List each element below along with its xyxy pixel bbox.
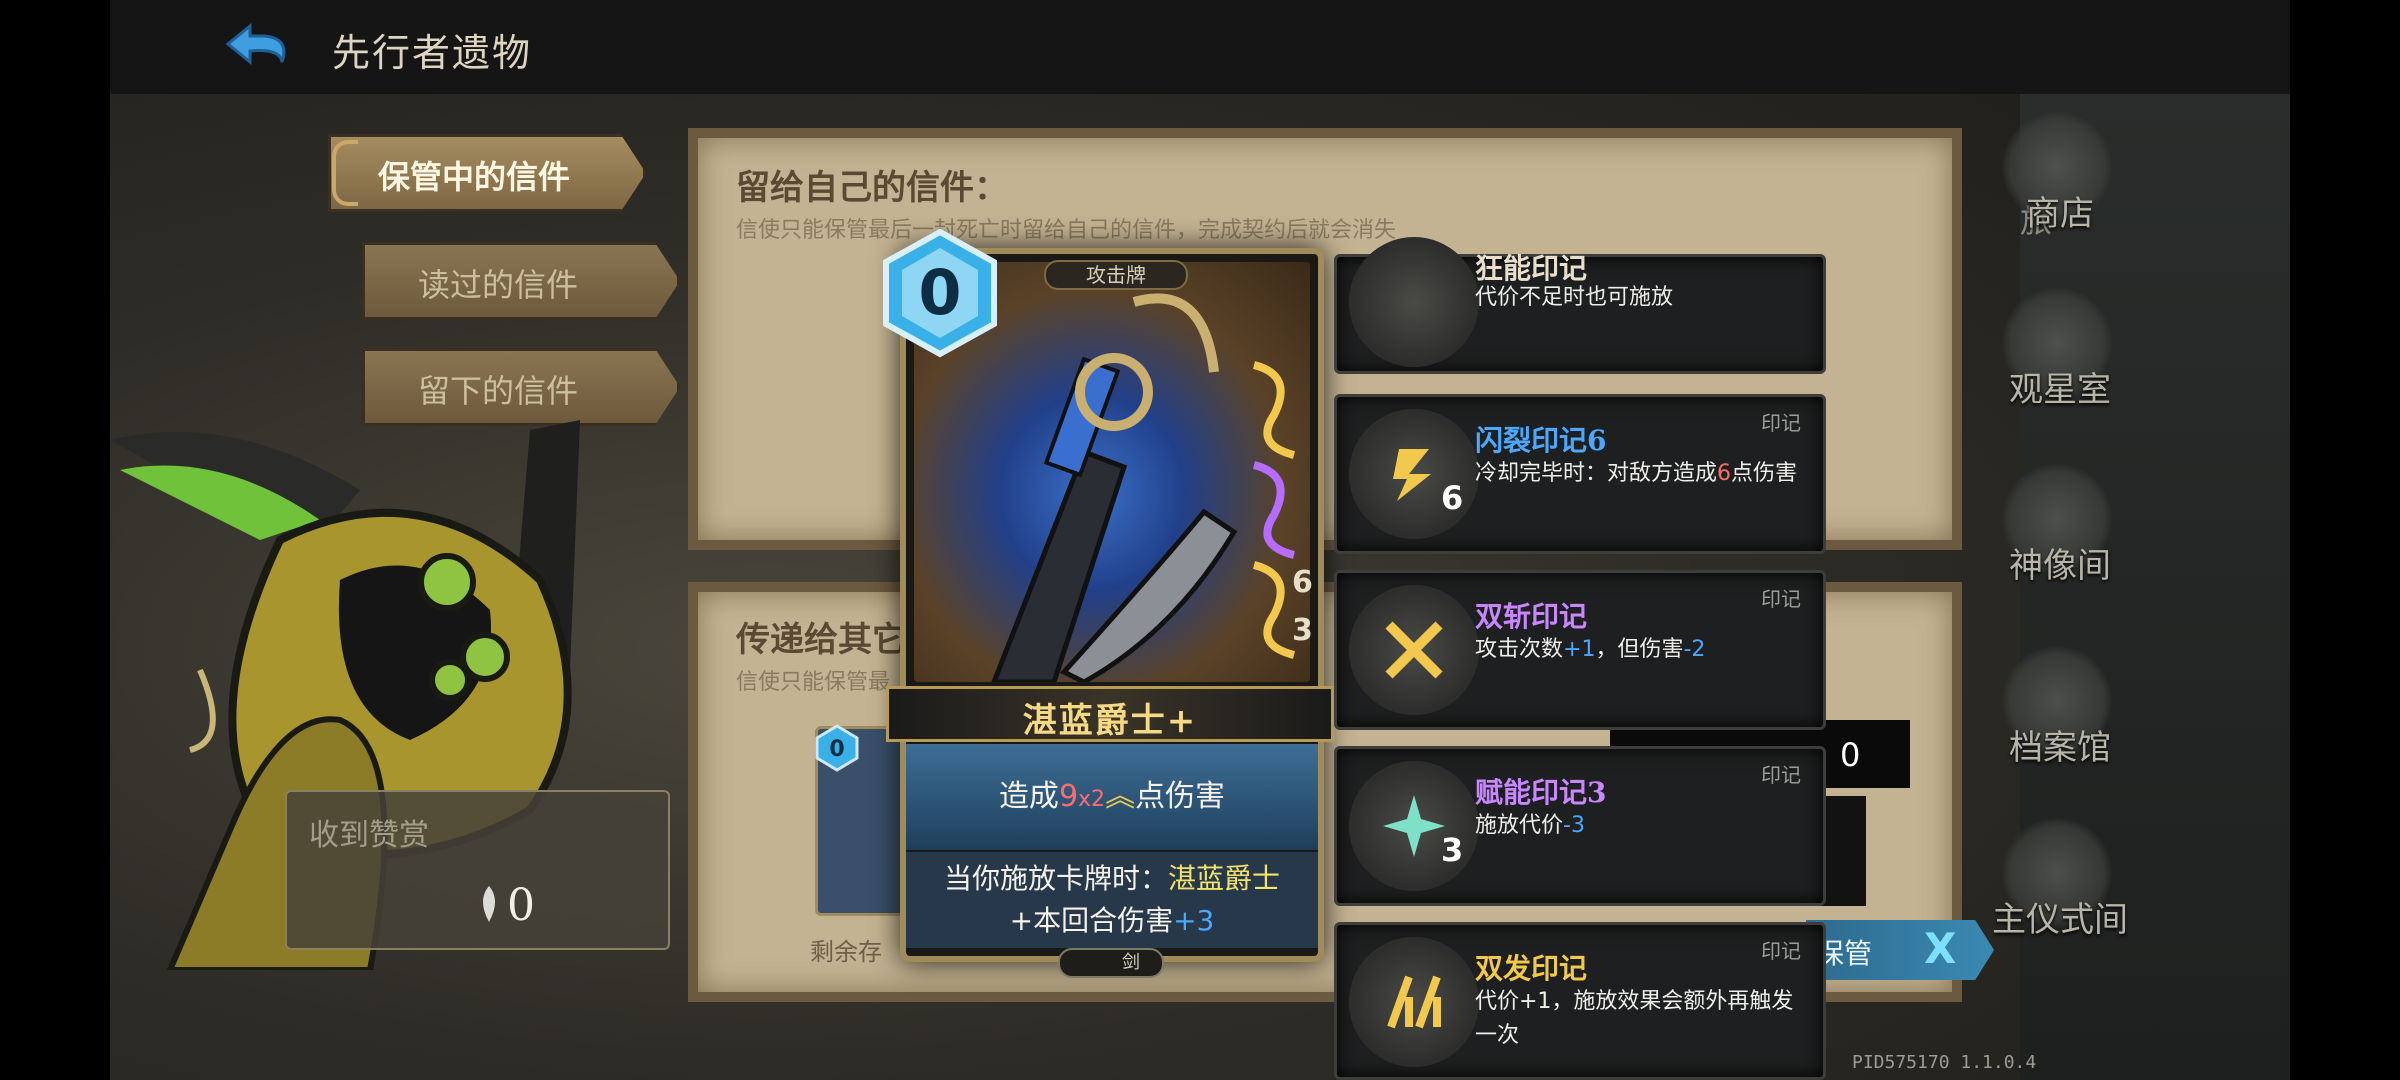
sigil-name: 赋能印记3 — [1475, 776, 1607, 809]
hook-icon — [332, 140, 358, 206]
card-trigger: 当你施放卡牌时：湛蓝爵士 +本回合伤害+3 — [906, 852, 1318, 948]
card-cost: 0 — [918, 256, 962, 329]
sigil-item[interactable]: 狂能印记 代价不足时也可施放 — [1334, 237, 1826, 374]
double-rune-icon — [1387, 975, 1441, 1029]
reward-value: 0 — [507, 880, 535, 931]
nav-label: 主仪式间 — [1992, 900, 2128, 940]
sigil-emblem — [1349, 585, 1479, 715]
nav-observatory[interactable]: 观星室 — [1960, 288, 2160, 438]
page-title: 先行者遗物 — [332, 31, 533, 75]
sigil-emblem — [1349, 237, 1479, 367]
sigil-tag: 印记 — [1761, 411, 1801, 435]
reward-title: 收到赞赏 — [309, 818, 429, 853]
reward-box: 收到赞赏 0 — [285, 790, 670, 950]
sigil-emblem — [1349, 937, 1479, 1067]
sigil-tag: 印记 — [1761, 587, 1801, 611]
self-letter-desc: 信使只能保管最后一封死亡时留给自己的信件，完成契约后就会消失 — [736, 218, 1397, 243]
sigil-desc: 冷却完毕时：对敌方造成6点伤害 — [1475, 461, 1798, 486]
sigil-count: 3 — [1441, 831, 1464, 869]
close-x-icon[interactable]: X — [1924, 924, 1956, 973]
chevron-up-icon: ︽ — [1105, 779, 1136, 814]
sigil-name: 双发印记 — [1475, 952, 1588, 985]
lightning-sigil-icon — [1393, 449, 1431, 501]
pass-letter-title: 传递给其它 — [736, 620, 906, 660]
nav-label: 神像间 — [2009, 546, 2111, 586]
sigil-name: 闪裂印记6 — [1475, 424, 1607, 457]
sigil-item[interactable]: 6 闪裂印记6 印记 冷却完毕时：对敌方造成6点伤害 — [1334, 394, 1826, 554]
tab-label: 留下的信件 — [418, 372, 579, 410]
nav-archive[interactable]: 档案馆 — [1960, 646, 2160, 796]
overlay-value: 0 — [1840, 736, 1861, 774]
back-arrow-icon[interactable] — [220, 18, 304, 80]
card-tag: 剑 — [1058, 948, 1164, 978]
tab-kept-letters[interactable]: 保管中的信件 — [328, 134, 646, 212]
tab-label: 保管中的信件 — [378, 158, 571, 196]
tab-label: 读过的信件 — [418, 266, 579, 304]
rune-count: 6 — [1292, 565, 1313, 600]
remain-label: 剩余存 — [810, 938, 882, 966]
burst-sigil-icon — [1383, 795, 1445, 857]
sigil-tag: 印记 — [1761, 763, 1801, 787]
pass-letter-desc: 信使只能保管最 — [736, 670, 891, 695]
crossed-blades-icon — [1385, 621, 1443, 679]
card-effect: 造成9x2︽点伤害 — [906, 744, 1318, 850]
sigil-desc: 代价不足时也可施放 — [1475, 285, 1674, 310]
feather-icon — [483, 886, 495, 922]
nav-statue-room[interactable]: 神像间 — [1960, 464, 2160, 614]
sigil-item[interactable]: 双斩印记 印记 攻击次数+1，但伤害-2 — [1334, 570, 1826, 730]
tab-read-letters[interactable]: 读过的信件 — [362, 242, 680, 320]
sigil-count: 6 — [1441, 479, 1464, 517]
sigil-item[interactable]: 双发印记 印记 代价+1，施放效果会额外再触发一次 — [1334, 922, 1826, 1080]
svg-text:0: 0 — [829, 737, 844, 762]
card-type-label: 攻击牌 — [1044, 260, 1188, 290]
sigil-emblem — [1349, 761, 1479, 891]
nav-label: 档案馆 — [2009, 728, 2111, 768]
card-name: 湛蓝爵士+ — [1022, 701, 1198, 741]
sigil-desc: 攻击次数+1，但伤害-2 — [1475, 637, 1706, 662]
nav-label: 观星室 — [2009, 370, 2111, 410]
sigil-tag: 印记 — [1761, 939, 1801, 963]
self-letter-title: 留给自己的信件： — [736, 168, 1008, 208]
nav-shop[interactable]: 商店 — [1960, 112, 2160, 262]
version-label: PID575170 1.1.0.4 — [1852, 1052, 2037, 1073]
sigil-item[interactable]: 3 赋能印记3 印记 施放代价-3 — [1334, 746, 1826, 906]
sigil-desc: 代价+1，施放效果会额外再触发一次 — [1475, 989, 1794, 1048]
sigil-name: 双斩印记 — [1475, 600, 1588, 633]
nav-label: 商店 — [2026, 194, 2094, 234]
rune-count: 3 — [1292, 613, 1313, 648]
mini-cost-gem-icon: 0 — [815, 724, 859, 772]
sigil-emblem — [1349, 409, 1479, 539]
card-name-bar: 湛蓝爵士+ — [886, 686, 1334, 742]
sigil-desc: 施放代价-3 — [1475, 813, 1585, 838]
keep-button[interactable]: 保管 X — [1806, 920, 1994, 980]
